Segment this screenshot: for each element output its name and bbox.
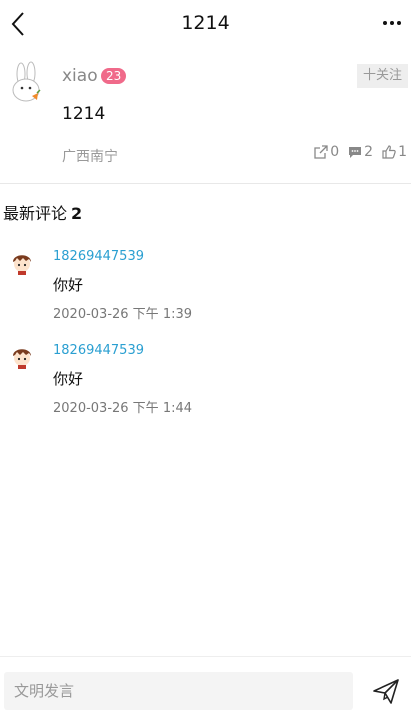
comment-time: 2020-03-26 下午 1:39 (53, 307, 193, 322)
comment-stat[interactable]: 2 (347, 144, 373, 160)
thumbs-up-icon (382, 145, 396, 159)
comment-input[interactable] (4, 672, 353, 710)
composer-divider (0, 656, 411, 657)
more-dot (383, 21, 387, 25)
rabbit-avatar-icon (12, 61, 41, 102)
like-stat[interactable]: 1 (381, 144, 407, 160)
level-badge: 23 (101, 68, 127, 84)
commenter-avatar[interactable] (10, 249, 34, 275)
section-divider (0, 183, 411, 184)
comment-item: 18269447539 你好 2020-03-26 下午 1:44 (0, 343, 411, 433)
paper-plane-icon (373, 679, 399, 704)
post-content: 1214 (62, 104, 106, 124)
comments-heading-label: 最新评论 (3, 204, 68, 223)
author-name[interactable]: xiao (62, 66, 98, 86)
share-stat[interactable]: 0 (313, 144, 339, 160)
post-location: 广西南宁 (62, 149, 118, 165)
comments-heading: 最新评论 2 (3, 200, 82, 224)
boy-avatar-icon (13, 349, 31, 369)
commenter-name[interactable]: 18269447539 (53, 343, 144, 358)
post-card: xiao 23 十关注 1214 广西南宁 0 2 1 (0, 56, 411, 184)
commenter-avatar[interactable] (10, 343, 34, 369)
share-icon (314, 145, 328, 159)
more-button[interactable] (381, 16, 403, 30)
post-stats: 0 2 1 (313, 144, 407, 160)
send-button[interactable] (371, 676, 401, 706)
follow-button[interactable]: 十关注 (357, 64, 408, 88)
comment-count: 2 (364, 144, 374, 160)
commenter-name[interactable]: 18269447539 (53, 249, 144, 264)
comment-item: 18269447539 你好 2020-03-26 下午 1:39 (0, 249, 411, 339)
like-count: 1 (398, 144, 407, 160)
comments-count: 2 (71, 204, 83, 223)
more-dot (390, 21, 394, 25)
comment-icon (349, 147, 362, 158)
comment-time: 2020-03-26 下午 1:44 (53, 401, 193, 416)
more-dot (397, 21, 401, 25)
page-title: 1214 (181, 12, 230, 34)
share-count: 0 (330, 144, 340, 160)
author-avatar[interactable] (4, 60, 50, 104)
comment-input-box[interactable] (4, 672, 353, 710)
comment-text: 你好 (53, 276, 84, 294)
boy-avatar-icon (13, 255, 31, 275)
comment-text: 你好 (53, 370, 84, 388)
top-bar: 1214 (0, 0, 411, 50)
